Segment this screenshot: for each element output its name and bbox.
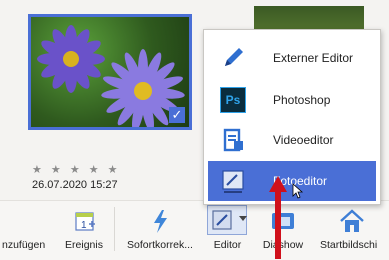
menu-item-photo-editor[interactable]: Fotoeditor [208,161,376,201]
video-editor-icon [223,128,243,152]
menu-item-photoshop[interactable]: Ps Photoshop [208,80,376,120]
toolbar-home-label: Startbildschi [320,239,378,251]
svg-text:1: 1 [81,220,87,231]
rating-stars[interactable]: ★ ★ ★ ★ ★ [32,163,121,176]
toolbar-separator [114,207,115,251]
pen-icon [225,48,243,66]
home-icon [339,209,364,232]
toolbar-event-button[interactable]: 1 Ereignis [62,201,106,260]
toolbar-home-button[interactable]: Startbildschi [314,201,389,260]
toolbar-instant-fix-label: Sofortkorrek... [127,239,193,251]
lightning-icon [154,210,167,233]
chevron-down-icon[interactable] [239,216,247,222]
editor-icon [212,210,232,230]
annotation-arrow-icon [269,176,287,259]
photo-thumbnail-selected[interactable]: ✓ [28,14,192,130]
menu-item-video-editor[interactable]: Videoeditor [208,120,376,160]
toolbar-add-button[interactable]: nzufügen [0,201,54,260]
selected-check-icon[interactable]: ✓ [169,107,185,123]
event-icon: 1 [75,212,95,231]
flower-photo: ✓ [31,17,189,127]
menu-item-external-editor[interactable]: Externer Editor [208,38,376,78]
photo-editor-icon [222,170,244,193]
toolbar-add-label: nzufügen [2,239,46,251]
toolbar-editor-button[interactable]: Editor [205,201,250,260]
menu-item-label: Externer Editor [273,51,354,65]
toolbar-instant-fix-button[interactable]: Sofortkorrek... [118,201,202,260]
menu-item-label: Photoshop [273,93,331,107]
menu-item-label: Videoeditor [273,133,334,147]
bottom-toolbar: nzufügen 1 Ereignis Sofortkorrek... Edit… [0,200,389,260]
editor-dropdown-menu: Externer Editor Ps Photoshop Videoeditor… [203,29,381,205]
toolbar-editor-label: Editor [213,239,242,251]
toolbar-event-label: Ereignis [65,239,103,251]
photoshop-icon: Ps [220,87,246,113]
photo-date: 26.07.2020 15:27 [32,179,118,191]
mouse-cursor-icon [292,183,304,199]
